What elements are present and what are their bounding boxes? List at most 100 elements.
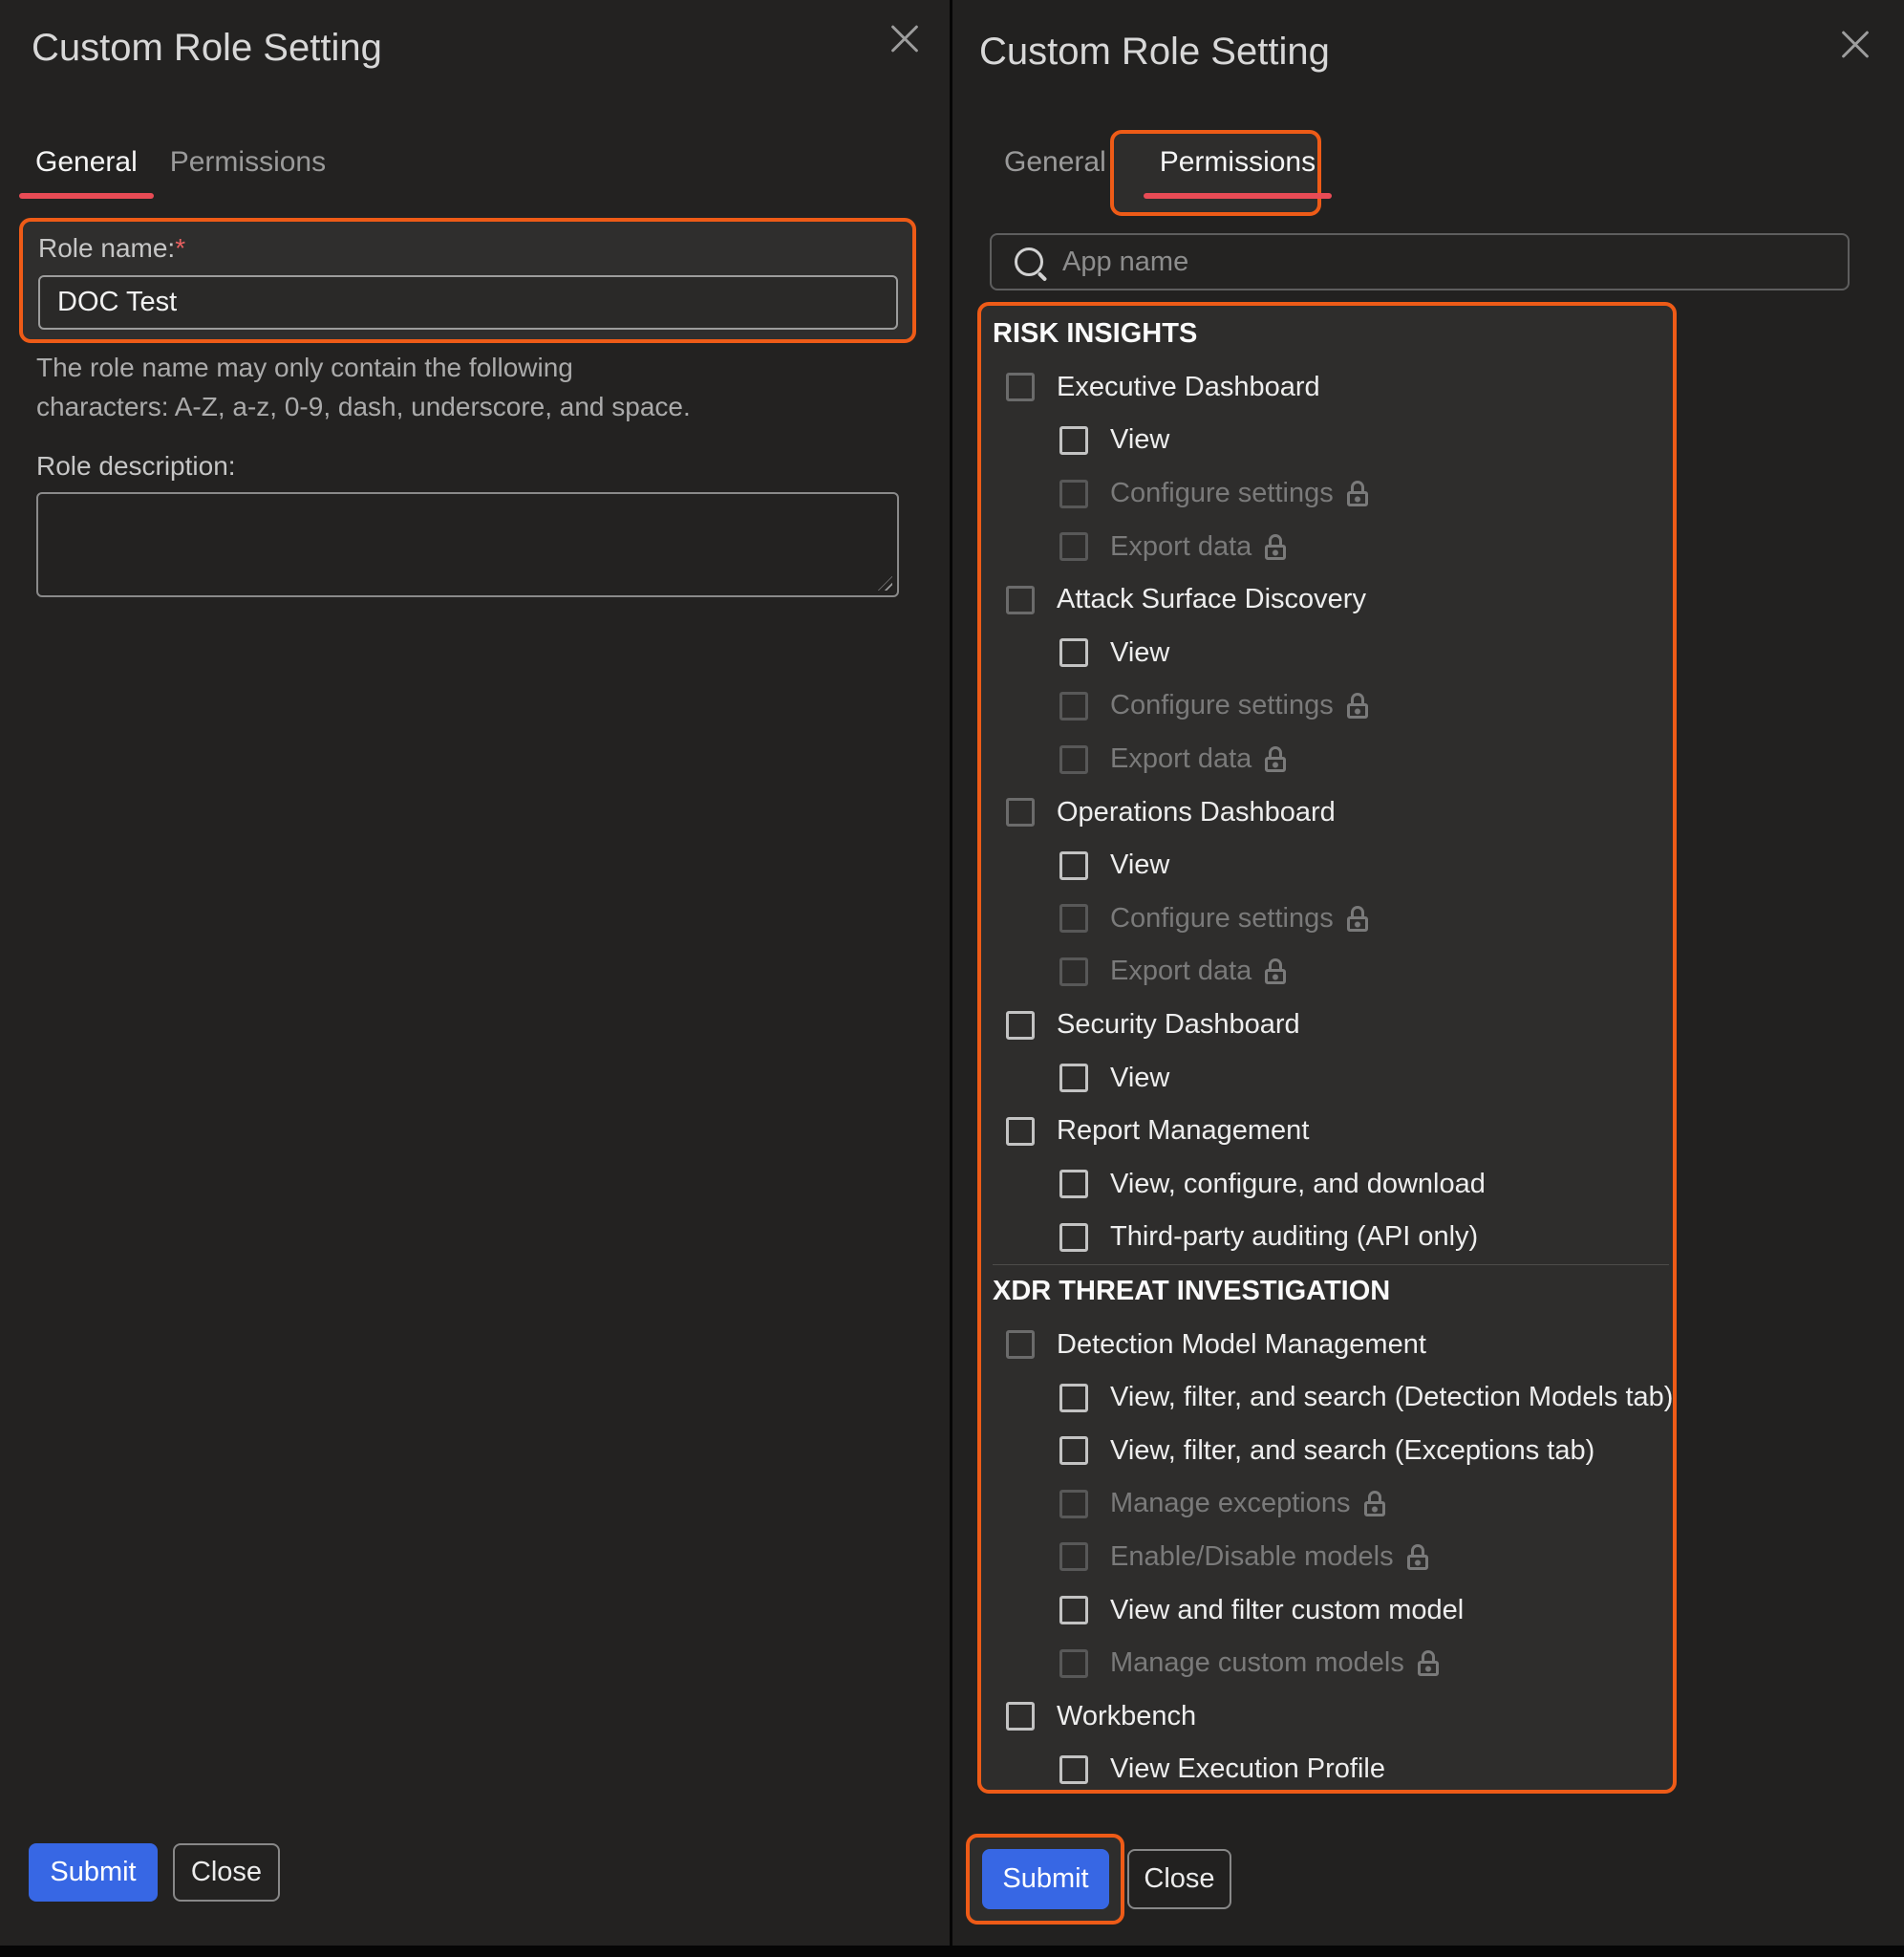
- checkbox[interactable]: [1006, 373, 1035, 401]
- lock-icon: [1364, 1491, 1385, 1516]
- permission-label: View: [1110, 1063, 1169, 1094]
- checkbox[interactable]: [1006, 1330, 1035, 1359]
- checkbox: [1059, 1649, 1088, 1678]
- checkbox[interactable]: [1059, 638, 1088, 667]
- permission-row: Export data: [993, 733, 1669, 786]
- checkbox[interactable]: [1059, 1755, 1088, 1784]
- close-icon[interactable]: [888, 23, 921, 55]
- lock-icon: [1265, 958, 1286, 984]
- permission-row: Export data: [993, 520, 1669, 573]
- tab-general[interactable]: General: [35, 145, 138, 180]
- permission-row: Attack Surface Discovery: [993, 573, 1669, 627]
- permission-row: Report Management: [993, 1105, 1669, 1158]
- permission-label: View: [1110, 637, 1169, 669]
- checkbox[interactable]: [1059, 1436, 1088, 1465]
- tab-general[interactable]: General: [1004, 145, 1106, 180]
- permission-groups: RISK INSIGHTSExecutive DashboardViewConf…: [977, 302, 1677, 1794]
- checkbox: [1059, 692, 1088, 720]
- permission-label: Workbench: [1057, 1701, 1196, 1732]
- dialog-title: Custom Role Setting: [32, 27, 382, 70]
- permission-label: View Execution Profile: [1110, 1753, 1385, 1785]
- lock-icon: [1347, 693, 1368, 719]
- checkbox[interactable]: [1059, 1170, 1088, 1198]
- role-name-label: Role name:*: [38, 233, 185, 264]
- role-name-input[interactable]: [38, 275, 898, 330]
- lock-icon: [1418, 1650, 1439, 1676]
- permission-row: Configure settings: [993, 892, 1669, 946]
- dialog-title: Custom Role Setting: [979, 31, 1330, 74]
- role-description-label: Role description:: [36, 451, 236, 482]
- permission-row: Executive Dashboard: [993, 361, 1669, 415]
- checkbox[interactable]: [1059, 426, 1088, 455]
- submit-button[interactable]: Submit: [29, 1843, 158, 1902]
- permission-row: View: [993, 627, 1669, 680]
- checkbox: [1059, 957, 1088, 986]
- permission-label: Export data: [1110, 531, 1252, 563]
- lock-icon: [1265, 534, 1286, 560]
- permission-row: Enable/Disable models: [993, 1531, 1669, 1584]
- lock-icon: [1265, 746, 1286, 772]
- permission-row: Detection Model Management: [993, 1318, 1669, 1371]
- permission-group-header: XDR THREAT INVESTIGATION: [993, 1264, 1669, 1319]
- permission-row: Manage exceptions: [993, 1477, 1669, 1531]
- role-name-label-text: Role name:: [38, 233, 175, 263]
- permission-label: Security Dashboard: [1057, 1009, 1300, 1041]
- close-button[interactable]: Close: [1127, 1849, 1231, 1909]
- permission-row: View, filter, and search (Exceptions tab…: [993, 1424, 1669, 1477]
- lock-icon: [1347, 481, 1368, 506]
- permission-label: View, filter, and search (Exceptions tab…: [1110, 1435, 1594, 1467]
- permission-label: Enable/Disable models: [1110, 1541, 1394, 1573]
- tab-permissions[interactable]: Permissions: [1160, 145, 1316, 180]
- permission-label: View, configure, and download: [1110, 1169, 1486, 1200]
- checkbox[interactable]: [1006, 1011, 1035, 1040]
- permission-label: Export data: [1110, 743, 1252, 775]
- permission-label: View and filter custom model: [1110, 1595, 1464, 1626]
- checkbox: [1059, 1542, 1088, 1571]
- submit-button[interactable]: Submit: [982, 1849, 1109, 1909]
- permission-label: Manage exceptions: [1110, 1488, 1351, 1519]
- checkbox: [1059, 904, 1088, 933]
- permission-row: View: [993, 839, 1669, 892]
- lock-icon: [1347, 906, 1368, 932]
- permission-label: Attack Surface Discovery: [1057, 584, 1366, 615]
- checkbox[interactable]: [1059, 1064, 1088, 1092]
- permission-row: View: [993, 1051, 1669, 1105]
- permission-row: Third-party auditing (API only): [993, 1211, 1669, 1264]
- search-input[interactable]: [1060, 246, 1848, 279]
- checkbox[interactable]: [1059, 1223, 1088, 1252]
- close-icon[interactable]: [1839, 29, 1872, 61]
- permission-label: Manage custom models: [1110, 1647, 1404, 1679]
- checkbox: [1059, 480, 1088, 508]
- checkbox[interactable]: [1059, 851, 1088, 880]
- checkbox: [1059, 532, 1088, 561]
- permission-label: Export data: [1110, 956, 1252, 987]
- checkbox[interactable]: [1059, 1596, 1088, 1624]
- tab-permissions[interactable]: Permissions: [170, 145, 326, 180]
- permission-row: View, filter, and search (Detection Mode…: [993, 1371, 1669, 1425]
- permission-label: Configure settings: [1110, 478, 1334, 509]
- app-search: [990, 233, 1850, 290]
- close-button[interactable]: Close: [173, 1843, 280, 1902]
- checkbox[interactable]: [1006, 586, 1035, 614]
- permission-label: Configure settings: [1110, 690, 1334, 721]
- permission-row: Configure settings: [993, 679, 1669, 733]
- role-description-textarea[interactable]: [36, 492, 899, 597]
- permission-label: Report Management: [1057, 1115, 1309, 1147]
- checkbox[interactable]: [1059, 1384, 1088, 1412]
- permission-label: View: [1110, 849, 1169, 881]
- permission-row: View and filter custom model: [993, 1583, 1669, 1637]
- permission-row: Configure settings: [993, 467, 1669, 521]
- checkbox[interactable]: [1006, 1702, 1035, 1731]
- role-name-helper-text: The role name may only contain the follo…: [36, 348, 695, 426]
- permission-label: Detection Model Management: [1057, 1329, 1426, 1361]
- lock-icon: [1407, 1544, 1428, 1570]
- checkbox[interactable]: [1006, 1117, 1035, 1146]
- permission-row: Security Dashboard: [993, 999, 1669, 1052]
- permission-label: Third-party auditing (API only): [1110, 1221, 1478, 1253]
- permission-row: Manage custom models: [993, 1637, 1669, 1690]
- dialog-permissions: Custom Role Setting General Permissions …: [952, 0, 1904, 1946]
- resize-grip-icon[interactable]: [878, 576, 892, 591]
- search-icon: [1015, 247, 1043, 276]
- checkbox[interactable]: [1006, 798, 1035, 827]
- permission-row: Operations Dashboard: [993, 785, 1669, 839]
